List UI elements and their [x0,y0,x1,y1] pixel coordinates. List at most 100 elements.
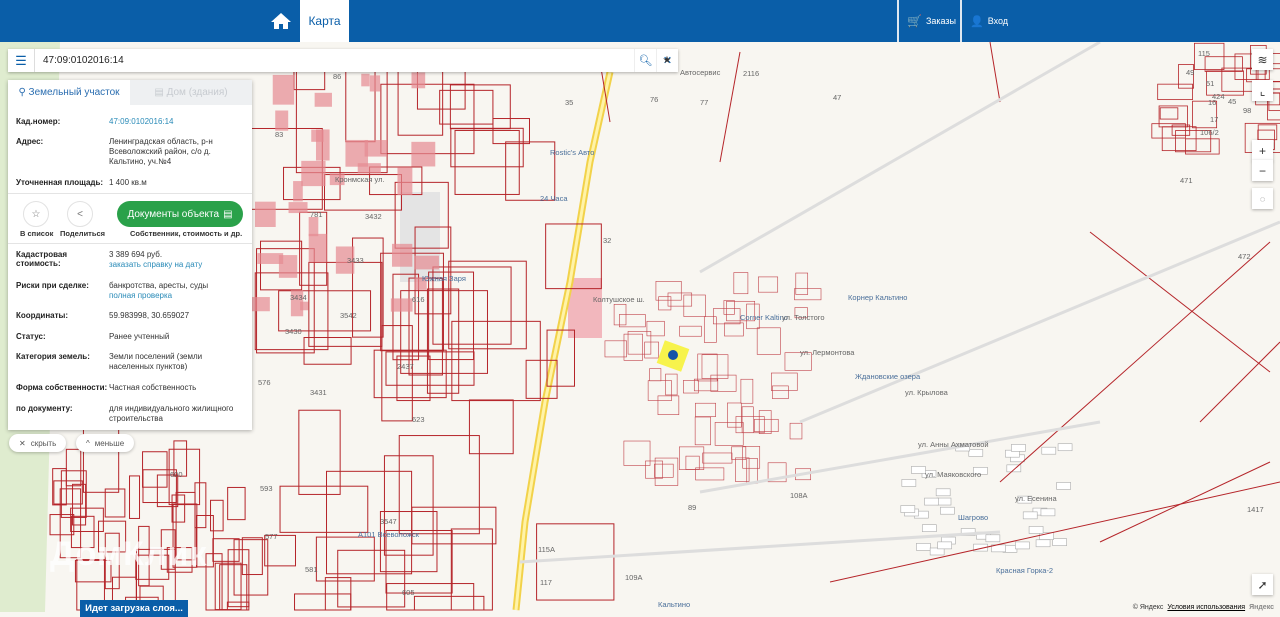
building [936,497,952,506]
home-button[interactable] [262,0,300,42]
parcel-outline [703,316,717,343]
field-status: Статус: Ранее учтенный [8,332,252,352]
favorite-star-icon[interactable]: ★ [656,49,678,72]
parcel-number: 471 [1180,176,1193,185]
building [254,201,276,228]
parcel-outline [450,528,493,611]
parcel-outline [408,277,443,376]
locate-button[interactable]: ➚ [1252,574,1273,595]
menu-icon[interactable]: ☰ [8,49,35,72]
parcel-outline [52,468,67,506]
building [1057,443,1073,452]
parcel-outline [439,89,494,125]
tab-map[interactable]: Карта [300,0,349,42]
search-input[interactable]: 47:09:0102016:14 [35,55,634,66]
parcel-number: 3547 [380,517,397,526]
share-button[interactable]: < [67,201,93,227]
login-button[interactable]: 👤 Вход [960,0,1016,42]
loading-spinner-button[interactable]: ◌ [1252,188,1273,209]
parcel-number: 593 [260,484,273,493]
collapse-panel-button[interactable]: ^ меньше [76,434,135,452]
parcel-outline [770,372,798,391]
field-label: Риски при сделке: [16,281,89,290]
parcel-number: 49 [1186,68,1195,77]
map-label: ул. Крылова [905,388,948,397]
zoom-in-button[interactable]: + [1252,140,1273,161]
building [900,505,916,513]
parcel-outline [65,448,82,487]
field-label: Уточненная площадь: [16,178,104,187]
hide-panel-button[interactable]: ✕ скрыть [9,434,67,452]
parcel-number: 3430 [285,327,302,336]
search-icon[interactable]: 🔍︎ [634,49,656,72]
full-check-link[interactable]: полная проверка [109,291,172,300]
parcel-outline [756,327,781,355]
parcel-number: 616 [412,295,425,304]
parcel-outline [1159,107,1179,120]
parcel-number: 106/2 [1200,128,1219,137]
parcel-marker[interactable] [668,350,678,360]
parcel-outline [450,127,524,168]
tab-land-plot[interactable]: ⚲ Земельный участок [8,80,130,105]
building [361,73,370,87]
parcel-number: 51 [1206,79,1215,88]
tab-house-label: Дом (здания) [166,87,228,98]
building [391,243,413,267]
parcel-number: 45 [1228,97,1237,106]
parcel-outline [679,446,705,470]
parcel-number: 2116 [743,69,760,78]
parcel-outline [727,402,742,428]
land-icon: ⚲ [18,87,29,98]
parcel-outline [714,422,744,446]
building [308,217,319,237]
building [301,160,326,187]
parcel-outline [644,341,659,359]
building [250,297,270,312]
ruler-button[interactable]: ⌞ [1252,80,1273,101]
document-icon: ▤ [223,208,233,220]
tab-house[interactable]: ▤ Дом (здания) [130,80,252,105]
parcel-outline [735,416,765,434]
field-label: по документу: [16,404,73,413]
parcel-outline [536,523,615,601]
building [1056,482,1071,490]
parcel-outline [694,416,711,446]
building [411,72,426,89]
field-value: банкротства, аресты, суды [109,281,209,290]
parcel-outline [724,322,744,337]
order-report-link[interactable]: заказать справку на дату [109,260,202,269]
field-value[interactable]: 47:09:0102016:14 [109,117,244,137]
map-label: ул. Лермонтова [800,348,855,357]
add-to-list-button[interactable]: ☆ [23,201,49,227]
terms-link[interactable]: Условия использования [1167,604,1245,611]
orders-button[interactable]: 🛒 Заказы [897,0,964,42]
parcel-outline [695,402,716,417]
parcel-outline [279,485,369,533]
map-label: ул. Толстого [782,313,825,322]
info-panel: ⚲ Земельный участок ▤ Дом (здания) Кад.н… [8,80,252,430]
close-icon: ✕ [19,438,26,448]
building [293,181,303,202]
star-icon: ☆ [31,208,41,220]
building [924,497,939,506]
building [288,202,308,214]
parcel-number: 17 [1210,115,1219,124]
parcel-number: 115 [1198,49,1210,58]
parcel-outline [758,410,772,434]
minus-icon: − [1258,163,1266,178]
home-icon [271,13,291,29]
field-label: Категория земель: [16,352,90,361]
building [397,167,413,196]
building [1041,446,1057,455]
layers-button[interactable]: ≋ [1252,49,1273,70]
field-cadastral-value: Кадастровая стоимость: 3 389 694 руб. зака… [8,250,252,281]
zoom-out-button[interactable]: − [1252,160,1273,181]
parcel-outline [227,549,250,608]
building [968,449,984,457]
map-attribution: © Яндекс Условия использования Яндекс [1133,604,1274,611]
map-label: Корнер Кальтино [848,293,908,302]
field-ownership: Форма собственности: Частная собственност… [8,383,252,404]
parcel-outline [226,601,250,611]
map-label: Corner Kaltino [740,313,788,322]
documents-button[interactable]: Документы объекта ▤ [117,201,243,227]
